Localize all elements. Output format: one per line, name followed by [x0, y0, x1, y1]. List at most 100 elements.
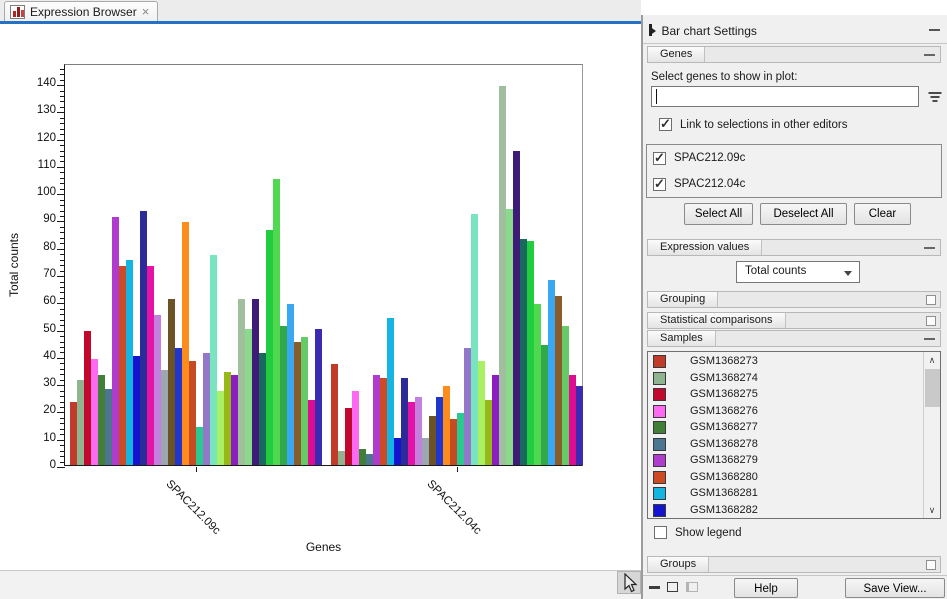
bar-SPAC212.09c-sample17: [182, 222, 189, 465]
y-axis-minor-tick: [60, 254, 65, 255]
scroll-up-icon[interactable]: ∧: [924, 352, 940, 368]
bar-SPAC212.09c-sample21: [210, 255, 217, 465]
checkmark-icon: ✓: [654, 176, 665, 192]
expand-section-icon[interactable]: [926, 316, 936, 326]
expand-section-icon[interactable]: [926, 560, 936, 570]
sample-row-GSM1368273[interactable]: GSM1368273: [648, 354, 922, 370]
sample-row-GSM1368274[interactable]: GSM1368274: [648, 371, 922, 387]
bar-SPAC212.04c-sample11: [401, 378, 408, 465]
sample-row-GSM1368277[interactable]: GSM1368277: [648, 420, 922, 436]
y-axis-minor-tick: [60, 151, 65, 152]
y-axis-minor-tick: [60, 232, 65, 233]
scrollbar-thumb[interactable]: [925, 369, 940, 407]
section-header-samples[interactable]: Samples: [647, 330, 941, 347]
sample-row-GSM1368278[interactable]: GSM1368278: [648, 437, 922, 453]
gene-item-SPAC212.04c[interactable]: ✓SPAC212.04c: [647, 172, 941, 198]
x-axis-tick: [457, 467, 458, 472]
y-axis-minor-tick: [60, 74, 65, 75]
y-axis-major-tick: [57, 167, 65, 168]
y-axis-major-tick: [57, 249, 65, 250]
y-axis-minor-tick: [60, 172, 65, 173]
bar-SPAC212.04c-sample31: [541, 345, 548, 465]
y-axis-major-tick: [57, 412, 65, 413]
filter-icon[interactable]: [928, 92, 942, 102]
y-axis-minor-tick: [60, 145, 65, 146]
y-axis-minor-tick: [60, 211, 65, 212]
clear-button[interactable]: Clear: [854, 203, 911, 225]
y-axis-major-tick: [57, 140, 65, 141]
y-tick-label: 40: [20, 350, 56, 362]
y-axis-minor-tick: [60, 200, 65, 201]
section-header-groups[interactable]: Groups: [647, 556, 941, 573]
divider: [643, 575, 947, 576]
samples-scrollbar[interactable]: ∧ ∨: [923, 352, 940, 518]
y-axis-minor-tick: [60, 336, 65, 337]
bar-SPAC212.09c-sample23: [224, 372, 231, 465]
cursor-hover-target[interactable]: [617, 571, 641, 594]
link-selections-checkbox[interactable]: ✓: [659, 118, 672, 131]
bar-SPAC212.09c-sample9: [126, 260, 133, 465]
checkmark-icon: ✓: [654, 150, 665, 166]
y-axis-minor-tick: [60, 309, 65, 310]
collapse-all-icon[interactable]: [649, 586, 660, 589]
y-axis-minor-tick: [60, 107, 65, 108]
deselect-all-button[interactable]: Deselect All: [760, 203, 847, 225]
sample-row-GSM1368281[interactable]: GSM1368281: [648, 486, 922, 502]
y-axis-minor-tick: [60, 282, 65, 283]
sample-color-swatch: [653, 438, 666, 451]
section-header-grouping[interactable]: Grouping: [647, 291, 941, 308]
y-axis-minor-tick: [60, 178, 65, 179]
gene-label: SPAC212.09c: [674, 152, 745, 164]
section-header-genes[interactable]: Genes: [647, 46, 941, 63]
bar-SPAC212.04c-sample26: [506, 209, 513, 466]
y-axis-major-tick: [57, 194, 65, 195]
select-all-button[interactable]: Select All: [684, 203, 753, 225]
scroll-down-icon[interactable]: ∨: [924, 502, 940, 518]
bar-SPAC212.09c-sample36: [315, 329, 322, 465]
y-axis-minor-tick: [60, 352, 65, 353]
expression-value-dropdown[interactable]: Total counts: [736, 261, 860, 283]
sample-row-GSM1368282[interactable]: GSM1368282: [648, 503, 922, 519]
y-axis-minor-tick: [60, 347, 65, 348]
bar-SPAC212.09c-sample34: [301, 337, 308, 465]
bar-SPAC212.09c-sample35: [308, 400, 315, 466]
collapse-section-icon[interactable]: [924, 54, 935, 56]
gene-search-input[interactable]: [651, 86, 919, 107]
close-icon[interactable]: ×: [142, 6, 150, 18]
collapse-section-icon[interactable]: [924, 247, 935, 249]
y-axis-minor-tick: [60, 271, 65, 272]
sample-row-GSM1368280[interactable]: GSM1368280: [648, 470, 922, 486]
y-tick-label: 50: [20, 323, 56, 335]
bar-SPAC212.09c-sample30: [273, 179, 280, 466]
sample-row-GSM1368275[interactable]: GSM1368275: [648, 387, 922, 403]
expand-all-icon[interactable]: [667, 582, 678, 592]
bar-SPAC212.04c-sample32: [548, 280, 555, 466]
y-axis-minor-tick: [60, 325, 65, 326]
expand-section-icon[interactable]: [926, 295, 936, 305]
panel-title: Bar chart Settings: [662, 24, 757, 38]
gene-checkbox[interactable]: ✓: [653, 152, 666, 165]
section-header-statistical-comparisons[interactable]: Statistical comparisons: [647, 312, 941, 329]
save-view-button[interactable]: Save View...: [845, 578, 945, 598]
section-header-expression-values[interactable]: Expression values: [647, 239, 941, 256]
bar-SPAC212.09c-sample10: [133, 356, 140, 465]
y-axis-minor-tick: [60, 91, 65, 92]
sample-row-GSM1368279[interactable]: GSM1368279: [648, 453, 922, 469]
bar-SPAC212.09c-sample13: [154, 315, 161, 465]
help-button[interactable]: Help: [734, 578, 798, 598]
gene-item-SPAC212.09c[interactable]: ✓ SPAC212.09c: [647, 146, 941, 172]
y-tick-label: 130: [20, 104, 56, 116]
gene-checkbox[interactable]: ✓: [653, 178, 666, 191]
minimize-panel-icon[interactable]: [929, 29, 940, 31]
bar-SPAC212.04c-sample27: [513, 151, 520, 465]
collapse-section-icon[interactable]: [924, 338, 935, 340]
tab-expression-browser[interactable]: Expression Browser ×: [4, 1, 158, 21]
bar-SPAC212.04c-sample5: [359, 449, 366, 465]
chevron-down-icon: [844, 271, 852, 276]
bar-SPAC212.09c-sample4: [91, 359, 98, 465]
collapse-sidebar-icon[interactable]: [649, 24, 656, 39]
y-tick-label: 140: [20, 77, 56, 89]
bar-SPAC212.09c-sample1: [70, 402, 77, 465]
show-legend-checkbox[interactable]: [654, 526, 667, 539]
sample-row-GSM1368276[interactable]: GSM1368276: [648, 404, 922, 420]
